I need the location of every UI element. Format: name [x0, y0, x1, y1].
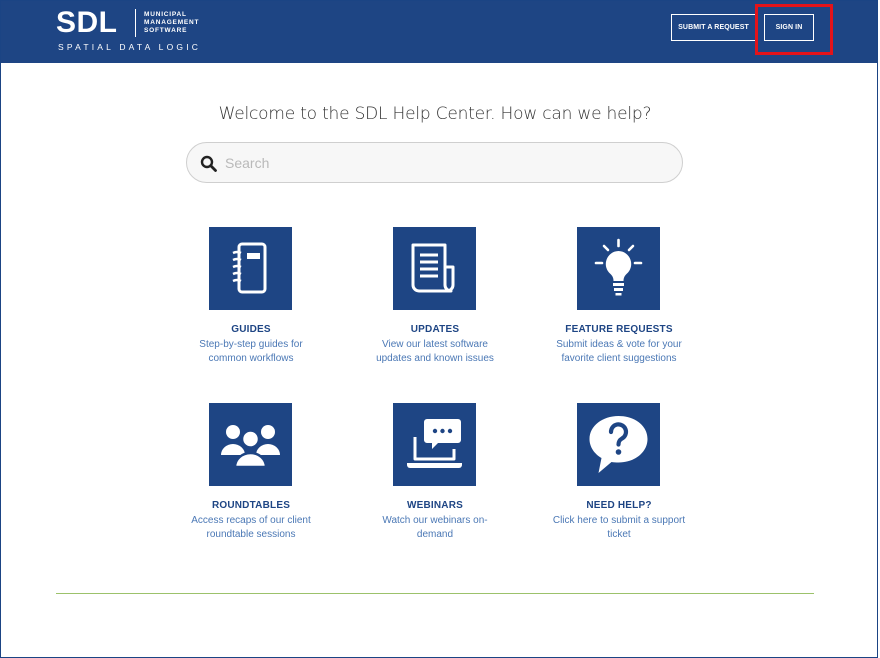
welcome-heading: Welcome to the SDL Help Center. How can … — [218, 104, 652, 124]
card-title[interactable]: ROUNDTABLES — [166, 500, 336, 511]
card-description[interactable]: Submit ideas & vote for your favorite cl… — [534, 338, 704, 366]
card-description[interactable]: Step-by-step guides for common workflows — [166, 338, 336, 366]
search-bar[interactable] — [186, 142, 683, 183]
logo-tagline-line: SOFTWARE — [144, 27, 188, 34]
logo-tagline-line: MUNICIPAL — [144, 11, 187, 18]
site-header: SDL MUNICIPAL MANAGEMENT SOFTWARE SPATIA… — [1, 1, 877, 63]
footer-divider — [56, 593, 814, 594]
logo-tagline: MUNICIPAL MANAGEMENT SOFTWARE — [144, 11, 214, 35]
newspaper-icon[interactable] — [393, 227, 476, 310]
laptop-chat-icon[interactable] — [393, 403, 476, 486]
card-description-line[interactable]: demand — [350, 528, 520, 542]
card-description-line[interactable]: Step-by-step guides for — [166, 338, 336, 352]
search-input[interactable] — [225, 152, 665, 174]
lightbulb-icon[interactable] — [577, 227, 660, 310]
card-description-line[interactable]: ticket — [534, 528, 704, 542]
card-title[interactable]: UPDATES — [350, 324, 520, 335]
search-icon[interactable] — [200, 155, 217, 172]
question-bubble-icon[interactable] — [577, 403, 660, 486]
card-description[interactable]: Click here to submit a support ticket — [534, 514, 704, 542]
card-description-line[interactable]: favorite client suggestions — [534, 352, 704, 366]
card-description-line[interactable]: updates and known issues — [350, 352, 520, 366]
logo-tagline-line: MANAGEMENT — [144, 19, 200, 26]
submit-request-button[interactable]: SUBMIT A REQUEST — [671, 14, 756, 41]
notebook-icon[interactable] — [209, 227, 292, 310]
page: SDL MUNICIPAL MANAGEMENT SOFTWARE SPATIA… — [0, 0, 878, 658]
logo-subtitle: SPATIAL DATA LOGIC — [58, 42, 202, 52]
group-icon[interactable] — [209, 403, 292, 486]
card-description-line[interactable]: Click here to submit a support — [534, 514, 704, 528]
card-description-line[interactable]: Watch our webinars on- — [350, 514, 520, 528]
logo-divider — [135, 9, 136, 37]
card-description[interactable]: Access recaps of our client roundtable s… — [166, 514, 336, 542]
card-description-line[interactable]: roundtable sessions — [166, 528, 336, 542]
card-description-line[interactable]: View our latest software — [350, 338, 520, 352]
card-description[interactable]: View our latest software updates and kno… — [350, 338, 520, 366]
card-description[interactable]: Watch our webinars on- demand — [350, 514, 520, 542]
sign-in-highlight — [755, 4, 833, 55]
sdl-logo[interactable]: SDL MUNICIPAL MANAGEMENT SOFTWARE SPATIA… — [56, 7, 216, 53]
logo-wordmark: SDL — [56, 6, 118, 39]
card-title[interactable]: FEATURE REQUESTS — [534, 324, 704, 335]
card-title[interactable]: GUIDES — [166, 324, 336, 335]
card-title[interactable]: WEBINARS — [350, 500, 520, 511]
card-description-line[interactable]: common workflows — [166, 352, 336, 366]
card-description-line[interactable]: Access recaps of our client — [166, 514, 336, 528]
card-title[interactable]: NEED HELP? — [534, 500, 704, 511]
card-description-line[interactable]: Submit ideas & vote for your — [534, 338, 704, 352]
